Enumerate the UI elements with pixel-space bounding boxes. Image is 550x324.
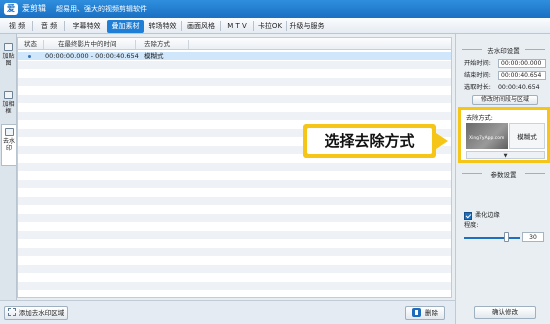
main-tab-bar: 视 频 音 频 字幕特效 叠加素材 转场特效 画面风格 M T V 卡拉OK 升… xyxy=(0,18,550,34)
empty-table-row xyxy=(18,69,451,77)
tab-upgrade-service[interactable]: 升级与服务 xyxy=(288,20,326,33)
tab-subtitle-effects[interactable]: 字幕特效 xyxy=(68,20,105,33)
trash-icon xyxy=(412,307,421,317)
soften-edges-label: 柔化边缘 xyxy=(475,212,500,219)
duration-label: 选取时长: xyxy=(464,84,491,91)
empty-table-row xyxy=(18,86,451,94)
sidebar-item-remove-watermark[interactable]: 去水印 xyxy=(1,124,16,166)
app-logo-icon: 爱 xyxy=(4,3,18,15)
start-time-label: 开始时间: xyxy=(464,60,491,67)
tab-divider xyxy=(253,21,254,31)
empty-table-row xyxy=(18,264,451,273)
empty-table-row xyxy=(18,171,451,179)
tab-divider xyxy=(181,21,182,31)
column-divider[interactable] xyxy=(135,40,136,49)
start-time-field[interactable]: 00:00:00.000 xyxy=(498,59,546,68)
empty-table-row xyxy=(18,94,451,103)
delete-label: 删除 xyxy=(425,309,438,317)
empty-table-row xyxy=(18,256,451,264)
empty-table-row xyxy=(18,77,451,86)
tab-karaoke[interactable]: 卡拉OK xyxy=(256,20,284,33)
sidebar-item-label: 加贴图 xyxy=(2,53,15,67)
degree-label: 程度: xyxy=(464,222,479,229)
empty-table-row xyxy=(18,179,451,188)
tab-divider xyxy=(64,21,65,31)
modify-time-region-button[interactable]: 修改时间段与区域 xyxy=(472,95,538,105)
sticker-icon xyxy=(4,43,13,51)
sidebar-item-label: 去水印 xyxy=(2,138,15,152)
watermark-settings-panel: 去水印设置 开始时间: 00:00:00.000 结束时间: 00:00:40.… xyxy=(455,34,550,324)
empty-table-row xyxy=(18,222,451,230)
empty-table-row xyxy=(18,60,451,69)
empty-table-row xyxy=(18,281,451,290)
delete-button[interactable]: 删除 xyxy=(405,306,445,320)
tab-audio[interactable]: 音 频 xyxy=(36,20,62,33)
empty-table-row xyxy=(18,103,451,111)
add-watermark-region-button[interactable]: 添加去水印区域 xyxy=(4,306,68,320)
table-body: 00:00:00.000 - 00:00:40.654 模糊式 xyxy=(18,50,451,297)
column-header-method[interactable]: 去除方式 xyxy=(144,38,170,50)
table-row[interactable]: 00:00:00.000 - 00:00:40.654 模糊式 xyxy=(18,52,451,60)
removal-method-label: 去除方式: xyxy=(466,115,493,122)
removal-method-selector[interactable]: 去除方式: Xing7yApp.com 模糊式 ▼ xyxy=(458,107,550,163)
degree-slider-handle[interactable] xyxy=(504,232,509,242)
frame-icon xyxy=(4,91,13,99)
end-time-field[interactable]: 00:00:40.654 xyxy=(498,71,546,80)
bottom-action-bar: 添加去水印区域 删除 xyxy=(0,300,455,324)
row-removal-method: 模糊式 xyxy=(144,52,164,60)
empty-table-row xyxy=(18,196,451,205)
empty-table-row xyxy=(18,290,451,297)
empty-table-row xyxy=(18,162,451,171)
tutorial-callout: 选择去除方式 xyxy=(303,124,448,158)
tab-divider xyxy=(32,21,33,31)
chevron-down-icon[interactable]: ▼ xyxy=(466,151,545,159)
overlay-sidebar: 加贴图 加相框 去水印 xyxy=(0,34,17,300)
row-time-range: 00:00:00.000 - 00:00:40.654 xyxy=(45,52,139,60)
degree-value-field[interactable]: 30 xyxy=(522,232,544,242)
settings-section-title: 去水印设置 xyxy=(487,47,520,55)
tab-mtv[interactable]: M T V xyxy=(223,20,251,33)
empty-table-row xyxy=(18,188,451,196)
column-header-time[interactable]: 在最终影片中的时间 xyxy=(58,38,117,50)
duration-value: 00:00:40.654 xyxy=(498,84,540,91)
watermark-icon xyxy=(4,128,14,136)
degree-slider-track[interactable] xyxy=(464,237,520,239)
soften-edges-checkbox[interactable] xyxy=(464,212,472,220)
watermark-region-table: 状态 在最终影片中的时间 去除方式 00:00:00.000 - 00:00:4… xyxy=(17,37,452,298)
empty-table-row xyxy=(18,230,451,239)
column-divider[interactable] xyxy=(188,40,189,49)
add-region-label: 添加去水印区域 xyxy=(18,309,65,317)
empty-table-row xyxy=(18,239,451,247)
empty-table-row xyxy=(18,205,451,213)
app-name: 爱剪辑 xyxy=(22,4,46,13)
removal-method-name[interactable]: 模糊式 xyxy=(509,123,545,149)
sidebar-item-label: 加相框 xyxy=(2,101,15,115)
empty-table-row xyxy=(18,213,451,222)
column-divider[interactable] xyxy=(43,40,44,49)
end-time-label: 结束时间: xyxy=(464,72,491,79)
tab-overlay-materials[interactable]: 叠加素材 xyxy=(107,20,144,33)
blur-preview-thumbnail[interactable]: Xing7yApp.com xyxy=(466,123,508,149)
tab-picture-style[interactable]: 画面风格 xyxy=(184,20,218,33)
status-indicator xyxy=(28,55,31,58)
empty-table-row xyxy=(18,247,451,256)
tab-divider xyxy=(286,21,287,31)
title-bar: 爱 爱剪辑 超易用、强大的视频剪辑软件 xyxy=(0,0,550,18)
tab-video[interactable]: 视 频 xyxy=(4,20,30,33)
callout-text: 选择去除方式 xyxy=(307,128,432,154)
tab-transition-effects[interactable]: 转场特效 xyxy=(146,20,179,33)
empty-table-row xyxy=(18,273,451,281)
preview-watermark-text: Xing7yApp.com xyxy=(469,136,505,141)
add-region-icon xyxy=(7,308,16,316)
sidebar-item-add-sticker[interactable]: 加贴图 xyxy=(1,40,16,82)
column-header-status[interactable]: 状态 xyxy=(24,38,37,50)
confirm-modify-button[interactable]: 确认修改 xyxy=(474,306,536,319)
app-slogan: 超易用、强大的视频剪辑软件 xyxy=(56,5,147,13)
params-section-title: 参数设置 xyxy=(490,171,517,179)
empty-table-row xyxy=(18,111,451,120)
table-header: 状态 在最终影片中的时间 去除方式 xyxy=(18,38,451,50)
tab-divider xyxy=(220,21,221,31)
